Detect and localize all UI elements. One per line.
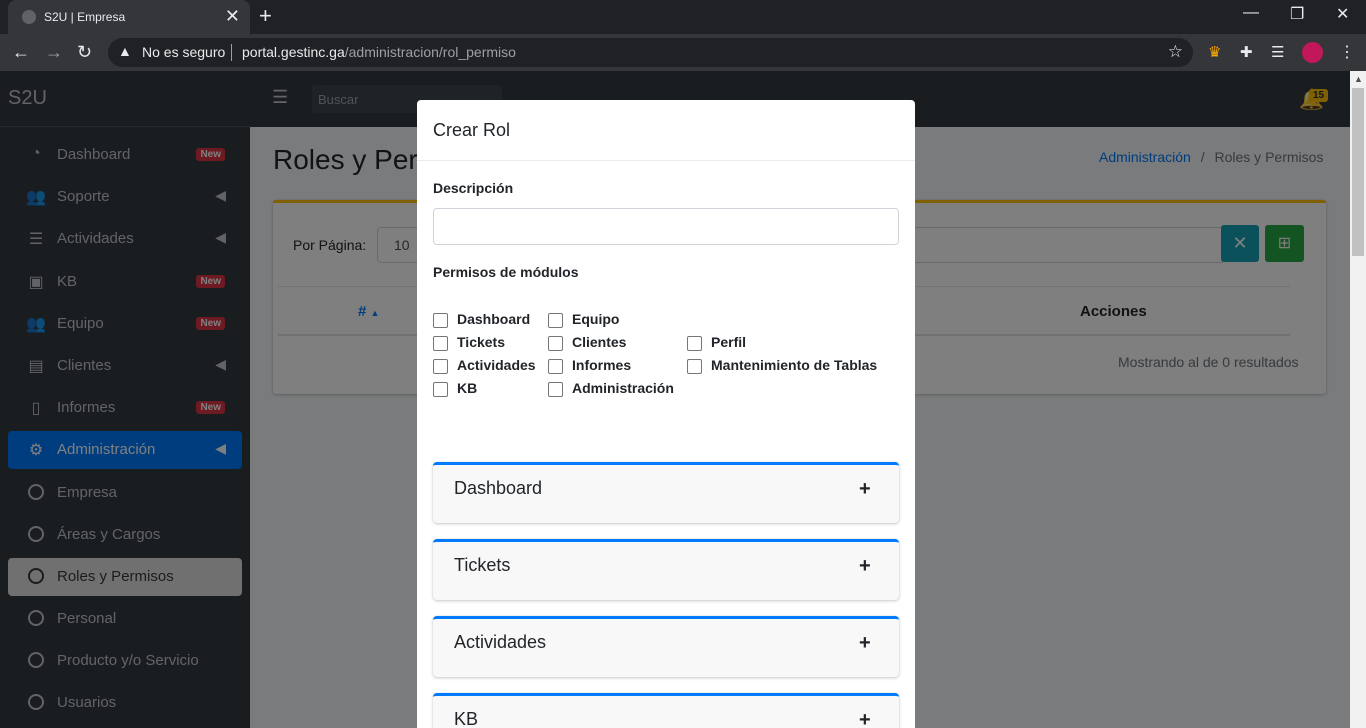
- close-window-icon[interactable]: ✕: [1336, 4, 1349, 24]
- url-host: portal.gestinc.ga: [242, 44, 345, 60]
- checkbox-label: Informes: [572, 357, 632, 373]
- accordion-actividades[interactable]: Actividades +: [433, 616, 899, 677]
- security-label[interactable]: No es seguro: [142, 44, 225, 60]
- tab-title: S2U | Empresa: [44, 10, 126, 24]
- plus-icon[interactable]: +: [859, 709, 871, 728]
- reload-icon[interactable]: ↻: [77, 42, 92, 62]
- checkbox-label: Equipo: [572, 311, 620, 327]
- omnibox[interactable]: ▲ No es seguro portal.gestinc.ga/adminis…: [108, 38, 1193, 67]
- checkbox-box[interactable]: [433, 382, 448, 397]
- checkbox-label: Dashboard: [457, 311, 531, 327]
- checkbox-label: Actividades: [457, 357, 536, 373]
- accordion-title: Actividades: [454, 632, 547, 652]
- accordion-title: KB: [454, 709, 479, 728]
- bookmark-star-icon[interactable]: ☆: [1168, 42, 1183, 62]
- omnibox-divider: [231, 44, 232, 61]
- url-text[interactable]: portal.gestinc.ga/administracion/rol_per…: [242, 44, 516, 60]
- tab-close-icon[interactable]: ✕: [225, 6, 240, 26]
- checkbox-box[interactable]: [548, 359, 563, 374]
- profile-avatar[interactable]: [1302, 42, 1323, 63]
- globe-icon: [22, 10, 36, 24]
- restore-icon[interactable]: ❐: [1290, 4, 1304, 24]
- browser-menu-icon[interactable]: ⋮: [1339, 42, 1355, 62]
- plus-icon[interactable]: +: [859, 478, 871, 501]
- browser-tab[interactable]: S2U | Empresa ✕: [8, 0, 250, 34]
- checkbox-box[interactable]: [548, 313, 563, 328]
- address-bar: ← → ↻ ▲ No es seguro portal.gestinc.ga/a…: [0, 34, 1366, 71]
- forward-icon[interactable]: →: [45, 42, 63, 62]
- url-path: /administracion/rol_permiso: [344, 44, 516, 60]
- plus-icon[interactable]: +: [859, 555, 871, 578]
- checkbox-label: Administración: [572, 380, 674, 396]
- back-icon[interactable]: ←: [12, 42, 30, 62]
- minimize-icon[interactable]: —: [1243, 4, 1259, 22]
- plus-icon[interactable]: +: [859, 632, 871, 655]
- checkbox-box[interactable]: [687, 336, 702, 351]
- checkbox-box[interactable]: [433, 313, 448, 328]
- descripcion-label: Descripción: [433, 180, 514, 196]
- accordion-title: Dashboard: [454, 478, 543, 498]
- checkbox-box[interactable]: [687, 359, 702, 374]
- checkbox-label: Mantenimiento de Tablas: [711, 357, 878, 373]
- crear-rol-modal: Crear Rol Descripción Permisos de módulo…: [417, 100, 915, 728]
- checkbox-box[interactable]: [548, 382, 563, 397]
- checkbox-box[interactable]: [433, 359, 448, 374]
- crown-extension-icon[interactable]: ♛: [1208, 43, 1221, 61]
- scrollbar-thumb[interactable]: [1352, 88, 1364, 256]
- checkbox-label: Perfil: [711, 334, 747, 350]
- accordion-title: Tickets: [454, 555, 511, 575]
- accordion-dashboard[interactable]: Dashboard +: [433, 462, 899, 523]
- puzzle-extension-icon[interactable]: ✚: [1240, 43, 1253, 61]
- descripcion-input[interactable]: [433, 208, 899, 245]
- warning-icon: ▲: [118, 43, 132, 59]
- browser-tab-strip: S2U | Empresa ✕ + — ❐ ✕: [0, 0, 1366, 34]
- permisos-label: Permisos de módulos: [433, 264, 579, 280]
- checkbox-label: Tickets: [457, 334, 505, 350]
- media-queue-icon[interactable]: ☰: [1271, 43, 1284, 61]
- checkbox-label: Clientes: [572, 334, 627, 350]
- checkbox-box[interactable]: [548, 336, 563, 351]
- accordion-kb[interactable]: KB +: [433, 693, 899, 728]
- scroll-up-arrow-icon[interactable]: ▲: [1354, 74, 1363, 84]
- checkbox-label: KB: [457, 380, 478, 396]
- modal-title: Crear Rol: [417, 100, 915, 161]
- new-tab-button[interactable]: +: [259, 5, 272, 27]
- page: S2U ◔ Dashboard New 👥 Soporte ◀ ☰ Activi…: [0, 71, 1366, 728]
- checkbox-box[interactable]: [433, 336, 448, 351]
- accordion-tickets[interactable]: Tickets +: [433, 539, 899, 600]
